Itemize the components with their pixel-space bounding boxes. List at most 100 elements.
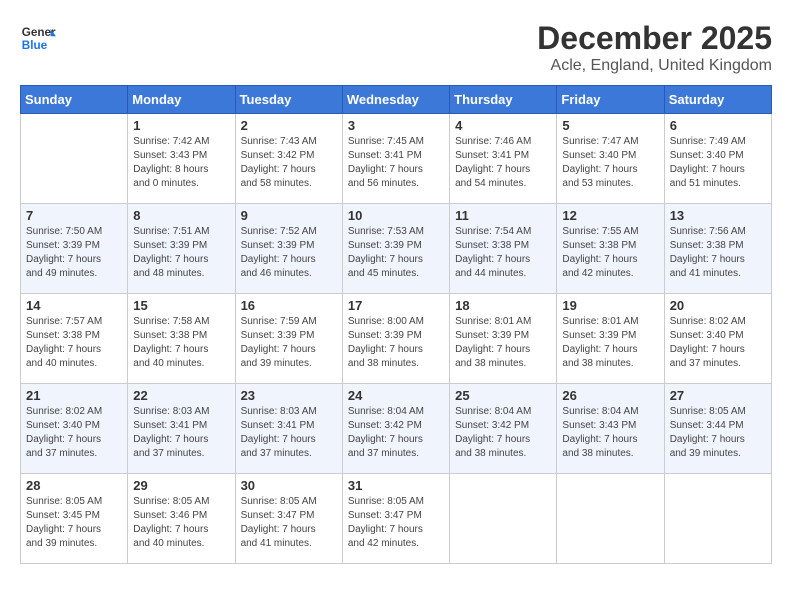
day-info: Sunrise: 8:03 AM Sunset: 3:41 PM Dayligh…: [241, 405, 337, 461]
calendar-cell: [664, 474, 771, 564]
calendar-table: SundayMondayTuesdayWednesdayThursdayFrid…: [20, 85, 772, 564]
weekday-header-monday: Monday: [128, 86, 235, 114]
weekday-header-tuesday: Tuesday: [235, 86, 342, 114]
day-info: Sunrise: 8:02 AM Sunset: 3:40 PM Dayligh…: [26, 405, 122, 461]
day-number: 29: [133, 478, 229, 493]
calendar-cell: 9 Sunrise: 7:52 AM Sunset: 3:39 PM Daylig…: [235, 204, 342, 294]
calendar-cell: [21, 114, 128, 204]
day-number: 18: [455, 298, 551, 313]
day-number: 6: [670, 118, 766, 133]
day-info: Sunrise: 8:04 AM Sunset: 3:42 PM Dayligh…: [348, 405, 444, 461]
day-number: 31: [348, 478, 444, 493]
calendar-cell: 3Sunrise: 7:45 AM Sunset: 3:41 PM Daylig…: [342, 114, 449, 204]
day-info: Sunrise: 7:59 AM Sunset: 3:39 PM Dayligh…: [241, 315, 337, 371]
calendar-cell: 6 Sunrise: 7:49 AM Sunset: 3:40 PM Daylig…: [664, 114, 771, 204]
weekday-header-wednesday: Wednesday: [342, 86, 449, 114]
day-info: Sunrise: 8:05 AM Sunset: 3:44 PM Dayligh…: [670, 405, 766, 461]
calendar-cell: 20 Sunrise: 8:02 AM Sunset: 3:40 PM Dayli…: [664, 294, 771, 384]
day-info: Sunrise: 7:49 AM Sunset: 3:40 PM Dayligh…: [670, 135, 766, 191]
day-number: 27: [670, 388, 766, 403]
day-number: 2: [241, 118, 337, 133]
day-info: Sunrise: 8:04 AM Sunset: 3:42 PM Dayligh…: [455, 405, 551, 461]
day-number: 11: [455, 208, 551, 223]
week-row-2: 7Sunrise: 7:50 AM Sunset: 3:39 PM Daylig…: [21, 204, 772, 294]
day-info: Sunrise: 7:46 AM Sunset: 3:41 PM Dayligh…: [455, 135, 551, 191]
day-info: Sunrise: 8:01 AM Sunset: 3:39 PM Dayligh…: [562, 315, 658, 371]
day-number: 12: [562, 208, 658, 223]
calendar-cell: 30Sunrise: 8:05 AM Sunset: 3:47 PM Dayli…: [235, 474, 342, 564]
calendar-cell: 21Sunrise: 8:02 AM Sunset: 3:40 PM Dayli…: [21, 384, 128, 474]
calendar-cell: 18 Sunrise: 8:01 AM Sunset: 3:39 PM Dayli…: [450, 294, 557, 384]
day-info: Sunrise: 8:05 AM Sunset: 3:47 PM Dayligh…: [241, 495, 337, 551]
weekday-header-friday: Friday: [557, 86, 664, 114]
day-info: Sunrise: 7:43 AM Sunset: 3:42 PM Dayligh…: [241, 135, 337, 191]
day-info: Sunrise: 7:55 AM Sunset: 3:38 PM Dayligh…: [562, 225, 658, 281]
day-number: 25: [455, 388, 551, 403]
day-info: Sunrise: 7:53 AM Sunset: 3:39 PM Dayligh…: [348, 225, 444, 281]
weekday-header-sunday: Sunday: [21, 86, 128, 114]
page-header: General Blue December 2025 Acle, England…: [20, 20, 772, 75]
calendar-cell: 12 Sunrise: 7:55 AM Sunset: 3:38 PM Dayli…: [557, 204, 664, 294]
calendar-cell: 31 Sunrise: 8:05 AM Sunset: 3:47 PM Dayli…: [342, 474, 449, 564]
day-info: Sunrise: 7:52 AM Sunset: 3:39 PM Dayligh…: [241, 225, 337, 281]
day-number: 20: [670, 298, 766, 313]
day-number: 9: [241, 208, 337, 223]
day-number: 14: [26, 298, 122, 313]
day-number: 10: [348, 208, 444, 223]
day-info: Sunrise: 7:42 AM Sunset: 3:43 PM Dayligh…: [133, 135, 229, 191]
day-number: 3: [348, 118, 444, 133]
day-info: Sunrise: 7:54 AM Sunset: 3:38 PM Dayligh…: [455, 225, 551, 281]
weekday-header-saturday: Saturday: [664, 86, 771, 114]
svg-text:Blue: Blue: [22, 39, 48, 52]
calendar-cell: 16 Sunrise: 7:59 AM Sunset: 3:39 PM Dayli…: [235, 294, 342, 384]
weekday-header-thursday: Thursday: [450, 86, 557, 114]
day-info: Sunrise: 7:47 AM Sunset: 3:40 PM Dayligh…: [562, 135, 658, 191]
calendar-cell: 22 Sunrise: 8:03 AM Sunset: 3:41 PM Dayli…: [128, 384, 235, 474]
calendar-cell: 2 Sunrise: 7:43 AM Sunset: 3:42 PM Daylig…: [235, 114, 342, 204]
calendar-cell: 27 Sunrise: 8:05 AM Sunset: 3:44 PM Dayli…: [664, 384, 771, 474]
day-number: 23: [241, 388, 337, 403]
calendar-cell: 10 Sunrise: 7:53 AM Sunset: 3:39 PM Dayli…: [342, 204, 449, 294]
day-number: 7: [26, 208, 122, 223]
day-number: 16: [241, 298, 337, 313]
day-info: Sunrise: 7:56 AM Sunset: 3:38 PM Dayligh…: [670, 225, 766, 281]
day-number: 13: [670, 208, 766, 223]
calendar-cell: 5 Sunrise: 7:47 AM Sunset: 3:40 PM Daylig…: [557, 114, 664, 204]
weekday-header-row: SundayMondayTuesdayWednesdayThursdayFrid…: [21, 86, 772, 114]
calendar-cell: 25 Sunrise: 8:04 AM Sunset: 3:42 PM Dayli…: [450, 384, 557, 474]
calendar-cell: 15Sunrise: 7:58 AM Sunset: 3:38 PM Dayli…: [128, 294, 235, 384]
calendar-cell: 24 Sunrise: 8:04 AM Sunset: 3:42 PM Dayli…: [342, 384, 449, 474]
calendar-cell: 19 Sunrise: 8:01 AM Sunset: 3:39 PM Dayli…: [557, 294, 664, 384]
day-number: 22: [133, 388, 229, 403]
logo-icon: General Blue: [20, 20, 56, 56]
day-number: 28: [26, 478, 122, 493]
calendar-cell: [557, 474, 664, 564]
day-info: Sunrise: 7:51 AM Sunset: 3:39 PM Dayligh…: [133, 225, 229, 281]
calendar-cell: 11 Sunrise: 7:54 AM Sunset: 3:38 PM Dayli…: [450, 204, 557, 294]
week-row-5: 28Sunrise: 8:05 AM Sunset: 3:45 PM Dayli…: [21, 474, 772, 564]
calendar-cell: 14 Sunrise: 7:57 AM Sunset: 3:38 PM Dayli…: [21, 294, 128, 384]
day-info: Sunrise: 7:57 AM Sunset: 3:38 PM Dayligh…: [26, 315, 122, 371]
day-info: Sunrise: 8:04 AM Sunset: 3:43 PM Dayligh…: [562, 405, 658, 461]
day-info: Sunrise: 8:05 AM Sunset: 3:47 PM Dayligh…: [348, 495, 444, 551]
calendar-title: December 2025: [537, 20, 772, 57]
calendar-cell: 23 Sunrise: 8:03 AM Sunset: 3:41 PM Dayli…: [235, 384, 342, 474]
day-number: 15: [133, 298, 229, 313]
calendar-cell: 28Sunrise: 8:05 AM Sunset: 3:45 PM Dayli…: [21, 474, 128, 564]
day-info: Sunrise: 8:03 AM Sunset: 3:41 PM Dayligh…: [133, 405, 229, 461]
day-number: 1: [133, 118, 229, 133]
calendar-cell: 17Sunrise: 8:00 AM Sunset: 3:39 PM Dayli…: [342, 294, 449, 384]
day-number: 4: [455, 118, 551, 133]
day-number: 24: [348, 388, 444, 403]
calendar-cell: 4 Sunrise: 7:46 AM Sunset: 3:41 PM Daylig…: [450, 114, 557, 204]
calendar-cell: 1 Sunrise: 7:42 AM Sunset: 3:43 PM Daylig…: [128, 114, 235, 204]
day-number: 5: [562, 118, 658, 133]
day-info: Sunrise: 8:02 AM Sunset: 3:40 PM Dayligh…: [670, 315, 766, 371]
calendar-cell: 7Sunrise: 7:50 AM Sunset: 3:39 PM Daylig…: [21, 204, 128, 294]
day-info: Sunrise: 8:01 AM Sunset: 3:39 PM Dayligh…: [455, 315, 551, 371]
calendar-subtitle: Acle, England, United Kingdom: [537, 57, 772, 75]
day-number: 19: [562, 298, 658, 313]
calendar-cell: 8 Sunrise: 7:51 AM Sunset: 3:39 PM Daylig…: [128, 204, 235, 294]
day-info: Sunrise: 8:00 AM Sunset: 3:39 PM Dayligh…: [348, 315, 444, 371]
day-number: 8: [133, 208, 229, 223]
